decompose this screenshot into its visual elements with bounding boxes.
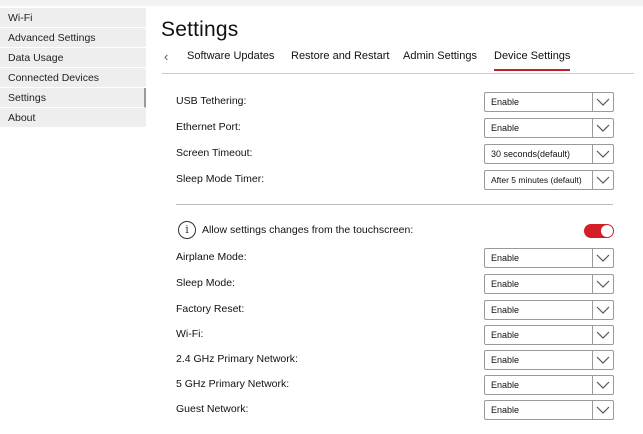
setting-row-usb-tethering: USB Tethering: Enable [176, 92, 614, 112]
chevron-down-icon [596, 381, 610, 389]
select-value: Enable [491, 97, 520, 107]
toggle-knob [601, 225, 613, 237]
page-title: Settings [161, 18, 239, 41]
select-divider [592, 145, 593, 163]
sidebar: Wi-Fi Advanced Settings Data Usage Conne… [0, 8, 146, 128]
chevron-down-icon [596, 306, 610, 314]
setting-row-2-4ghz-primary-network: 2.4 GHz Primary Network: Enable [176, 350, 614, 370]
chevron-down-icon [596, 150, 610, 158]
setting-row-ethernet-port: Ethernet Port: Enable [176, 118, 614, 138]
tab-admin-settings[interactable]: Admin Settings [403, 50, 477, 62]
setting-row-guest-network: Guest Network: Enable [176, 400, 614, 420]
setting-row-factory-reset: Factory Reset: Enable [176, 300, 614, 320]
sidebar-item-data-usage[interactable]: Data Usage [0, 48, 146, 68]
setting-label: Screen Timeout: [176, 147, 253, 159]
select-divider [592, 119, 593, 137]
select-value: Enable [491, 330, 520, 340]
setting-row-airplane-mode: Airplane Mode: Enable [176, 248, 614, 268]
select-divider [592, 351, 593, 369]
touchscreen-label: Allow settings changes from the touchscr… [202, 224, 414, 236]
screen-timeout-select[interactable]: 30 seconds(default) [484, 144, 614, 164]
airplane-mode-select[interactable]: Enable [484, 248, 614, 268]
setting-row-screen-timeout: Screen Timeout: 30 seconds(default) [176, 144, 614, 164]
chevron-down-icon [596, 98, 610, 106]
touchscreen-toggle[interactable] [584, 224, 614, 238]
setting-row-wifi: Wi-Fi: Enable [176, 325, 614, 345]
setting-label: USB Tethering: [176, 95, 247, 107]
setting-label: Sleep Mode: [176, 277, 235, 289]
sidebar-item-advanced-settings[interactable]: Advanced Settings [0, 28, 146, 48]
chevron-left-icon[interactable]: ‹ [164, 49, 168, 64]
5ghz-primary-network-select[interactable]: Enable [484, 375, 614, 395]
touchscreen-permission-row: i Allow settings changes from the touchs… [178, 221, 614, 241]
setting-label: Sleep Mode Timer: [176, 173, 265, 185]
sidebar-item-connected-devices[interactable]: Connected Devices [0, 68, 146, 88]
select-value: Enable [491, 355, 520, 365]
chevron-down-icon [596, 331, 610, 339]
select-value: Enable [491, 123, 520, 133]
select-value: After 5 minutes (default) [491, 175, 582, 185]
2-4ghz-primary-network-select[interactable]: Enable [484, 350, 614, 370]
chevron-down-icon [596, 176, 610, 184]
setting-label: Ethernet Port: [176, 121, 241, 133]
wifi-select[interactable]: Enable [484, 325, 614, 345]
select-divider [592, 275, 593, 293]
setting-label: Guest Network: [176, 403, 249, 415]
sidebar-item-settings[interactable]: Settings [0, 88, 146, 108]
select-divider [592, 249, 593, 267]
select-value: Enable [491, 279, 520, 289]
chevron-down-icon [596, 356, 610, 364]
chevron-down-icon [596, 124, 610, 132]
chevron-down-icon [596, 254, 610, 262]
sleep-mode-select[interactable]: Enable [484, 274, 614, 294]
tab-software-updates[interactable]: Software Updates [187, 50, 274, 62]
select-divider [592, 93, 593, 111]
info-icon[interactable]: i [178, 221, 196, 239]
chevron-down-icon [596, 406, 610, 414]
setting-label: 5 GHz Primary Network: [176, 378, 290, 390]
setting-row-sleep-mode-timer: Sleep Mode Timer: After 5 minutes (defau… [176, 170, 614, 190]
ethernet-port-select[interactable]: Enable [484, 118, 614, 138]
select-divider [592, 171, 593, 189]
chevron-down-icon [596, 280, 610, 288]
select-value: Enable [491, 405, 520, 415]
select-value: Enable [491, 380, 520, 390]
factory-reset-select[interactable]: Enable [484, 300, 614, 320]
tab-restore-and-restart[interactable]: Restore and Restart [291, 50, 389, 62]
select-value: Enable [491, 253, 520, 263]
select-divider [592, 376, 593, 394]
sidebar-item-wifi[interactable]: Wi-Fi [0, 8, 146, 28]
setting-label: Wi-Fi: [176, 328, 204, 340]
sidebar-item-about[interactable]: About [0, 108, 146, 128]
select-divider [592, 401, 593, 419]
setting-label: Airplane Mode: [176, 251, 247, 263]
setting-row-sleep-mode: Sleep Mode: Enable [176, 274, 614, 294]
select-divider [592, 301, 593, 319]
tab-bar: ‹ Software Updates Restore and Restart A… [162, 44, 634, 74]
setting-label: Factory Reset: [176, 303, 245, 315]
sleep-mode-timer-select[interactable]: After 5 minutes (default) [484, 170, 614, 190]
setting-row-5ghz-primary-network: 5 GHz Primary Network: Enable [176, 375, 614, 395]
top-bar [0, 0, 643, 6]
select-divider [592, 326, 593, 344]
select-value: Enable [491, 305, 520, 315]
setting-label: 2.4 GHz Primary Network: [176, 353, 298, 365]
usb-tethering-select[interactable]: Enable [484, 92, 614, 112]
tab-device-settings[interactable]: Device Settings [494, 50, 571, 71]
guest-network-select[interactable]: Enable [484, 400, 614, 420]
select-value: 30 seconds(default) [491, 149, 571, 159]
section-divider [176, 204, 613, 205]
